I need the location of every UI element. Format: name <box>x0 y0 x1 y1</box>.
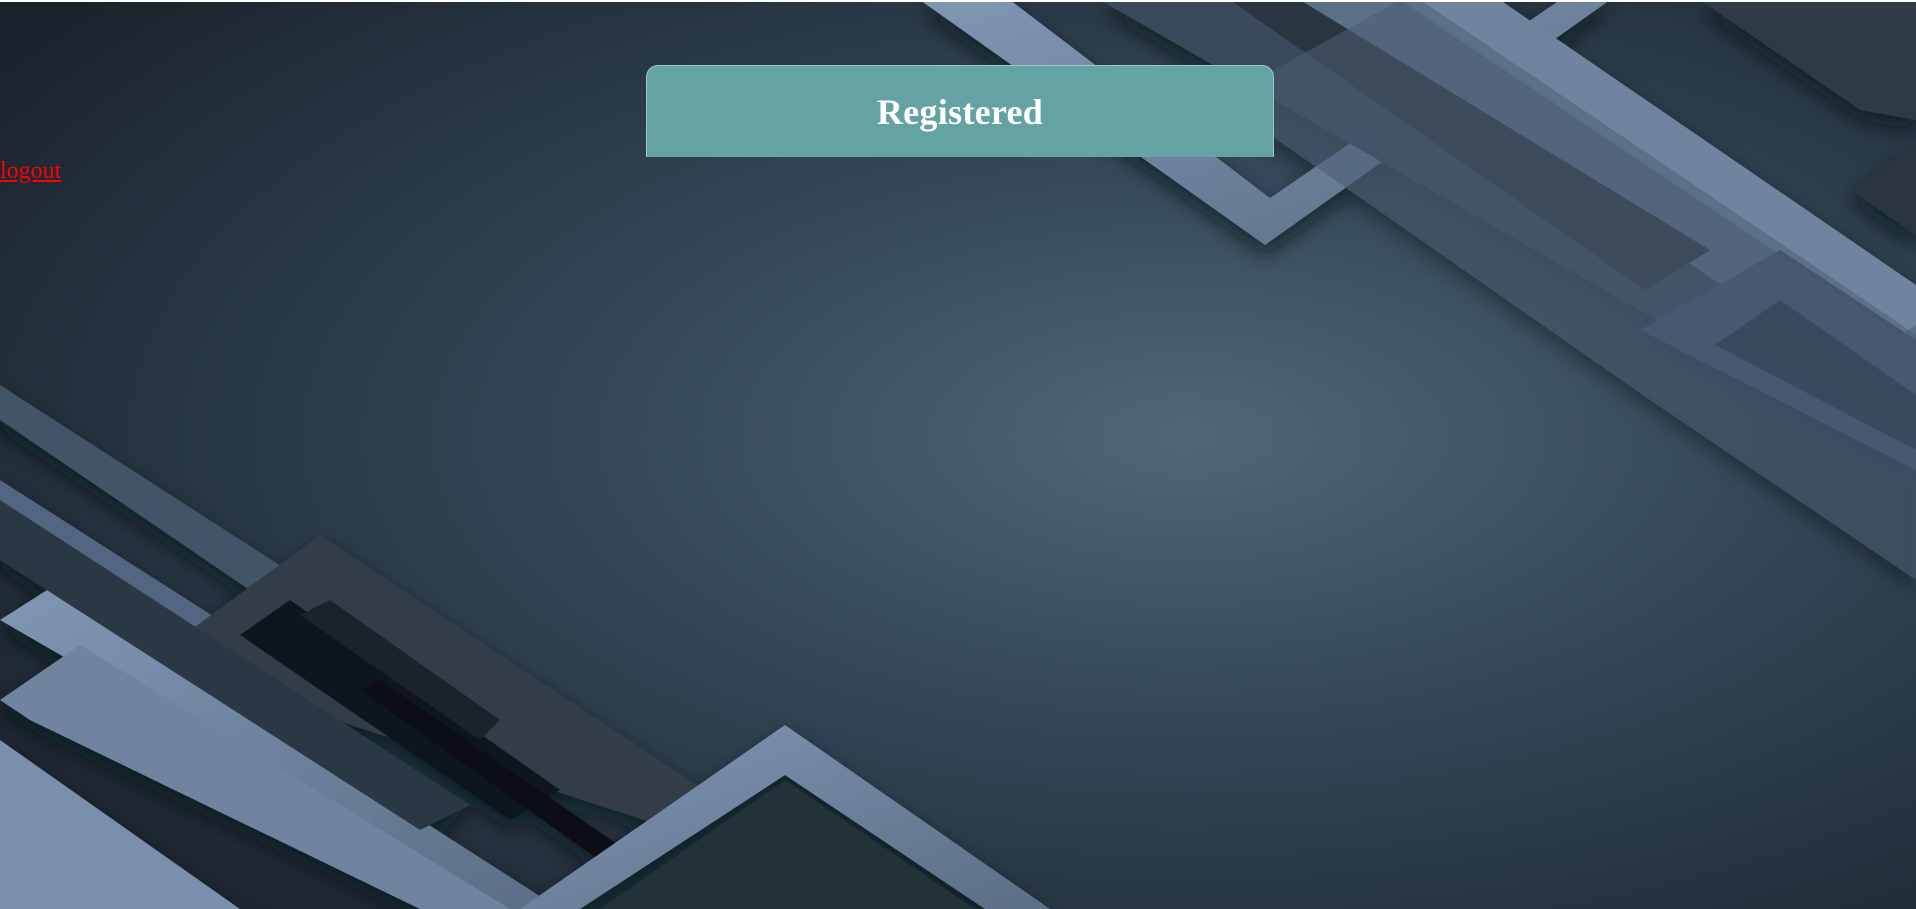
panel-header: Registered <box>646 65 1274 157</box>
logout-link[interactable]: logout <box>0 156 61 186</box>
top-border-line <box>0 0 1916 2</box>
page-title: Registered <box>876 91 1044 132</box>
